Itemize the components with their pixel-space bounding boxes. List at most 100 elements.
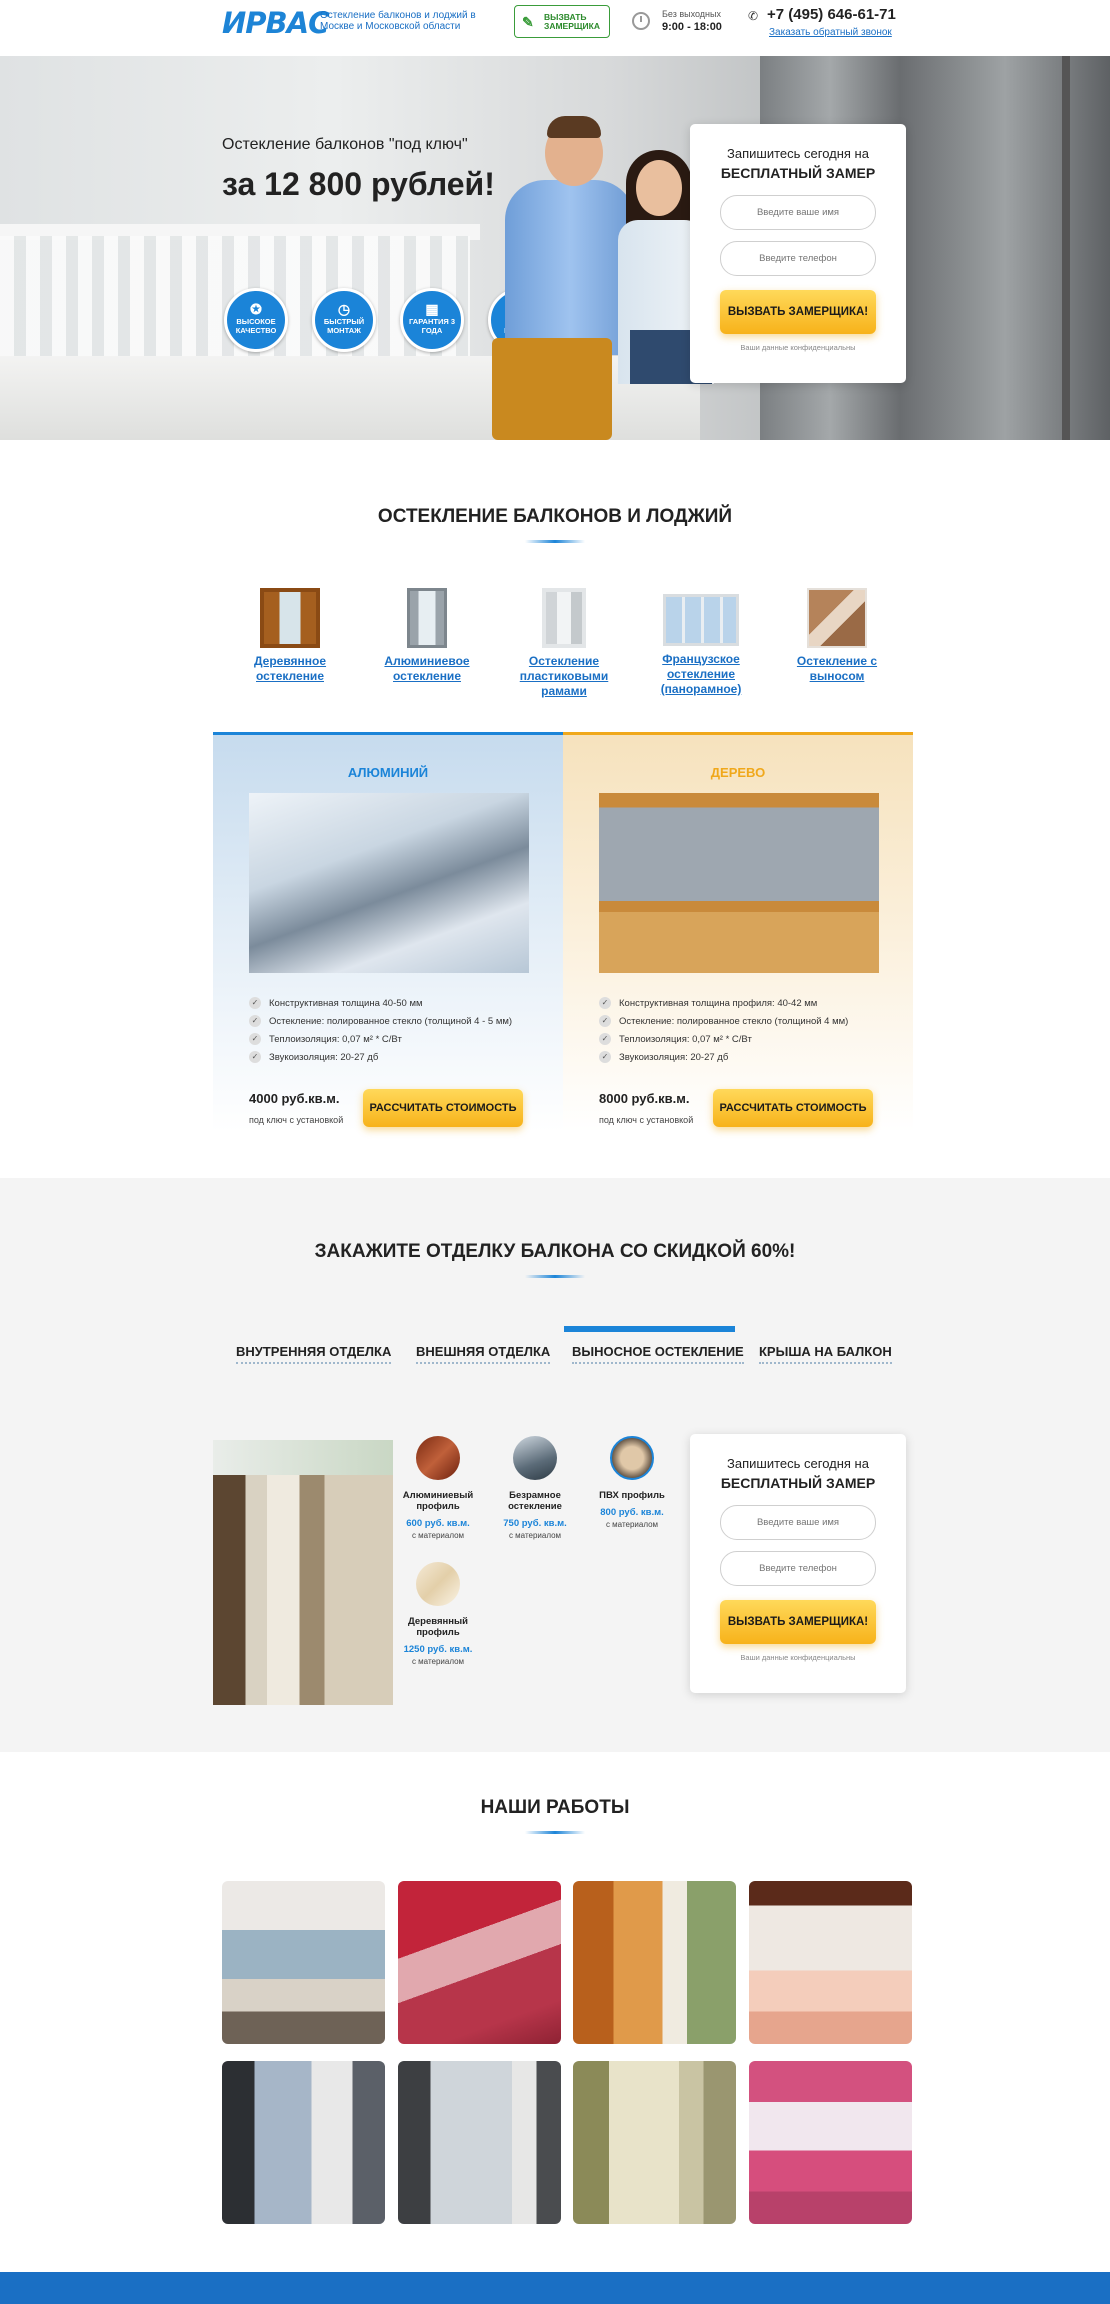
hero-title: за 12 800 рублей! (222, 166, 495, 202)
feature-row: ✓ Остекление: полированное стекло (толщин… (599, 1015, 899, 1027)
product-name: ПВХ профиль (599, 1490, 665, 1501)
badge-warranty: ▦ ГАРАНТИЯ 3 ГОДА (400, 288, 464, 352)
aluminum-photo (249, 793, 529, 973)
type-french[interactable]: Французское остекление (панорамное) (641, 588, 761, 697)
man-figure (505, 180, 635, 355)
type-wood[interactable]: Деревянное остекление (230, 588, 350, 684)
feature-row: ✓ Конструктивная толщина 40-50 мм (249, 997, 549, 1009)
footer-bar (0, 2272, 1110, 2304)
title-underline (525, 1831, 585, 1834)
wood-photo (599, 793, 879, 973)
type-wood-link[interactable]: Деревянное остекление (230, 654, 350, 684)
feature-text: Остекление: полированное стекло (толщино… (269, 1015, 513, 1027)
product-note: с материалом (508, 1531, 562, 1540)
active-tab-indicator (564, 1326, 735, 1332)
product-aluminum: Алюминиевый профиль 600 руб. кв.м. с мат… (393, 1436, 483, 1540)
feature-row: ✓ Теплоизоляция: 0,07 м² * С/Вт (249, 1033, 549, 1045)
wood-card: ДЕРЕВО ✓ Конструктивная толщина профиля: … (563, 732, 913, 1132)
check-icon: ✓ (249, 997, 261, 1009)
wood-profile-thumb (416, 1562, 460, 1606)
aluminum-profile-thumb (416, 1436, 460, 1480)
calc-aluminum-button[interactable]: РАССЧИТАТЬ СТОИМОСТЬ (363, 1089, 523, 1127)
door-frame (1062, 56, 1070, 440)
french-window-icon (663, 594, 739, 646)
wood-price: 8000 руб.кв.м. (599, 1091, 690, 1106)
woman-head (636, 160, 682, 216)
feature-row: ✓ Звукоизоляция: 20-27 дб (249, 1051, 549, 1063)
calendar-icon: ▦ (425, 301, 439, 317)
wood-title: ДЕРЕВО (710, 765, 766, 780)
title-underline (525, 1275, 585, 1278)
product-name: Алюминиевый профиль (402, 1490, 474, 1512)
phone-number[interactable]: +7 (495) 646-61-71 (767, 6, 896, 23)
badge-fast-install: ◷ БЫСТРЫЙ МОНТАЖ (312, 288, 376, 352)
call-measurer-button[interactable]: ✎ ВЫЗВАТЬ ЗАМЕРЩИКА (514, 5, 610, 38)
work-photo[interactable] (573, 1881, 736, 2044)
work-photo[interactable] (749, 2061, 912, 2224)
work-photo[interactable] (222, 2061, 385, 2224)
privacy-note: Ваши данные конфиденциальны (740, 343, 856, 352)
tab-exterior[interactable]: ВНЕШНЯЯ ОТДЕЛКА (416, 1344, 551, 1364)
man-pants (492, 338, 612, 440)
call-measurer-label: ВЫЗВАТЬ ЗАМЕРЩИКА (544, 11, 600, 31)
feature-row: ✓ Остекление: полированное стекло (толщин… (249, 1015, 549, 1027)
product-wood: Деревянный профиль 1250 руб. кв.м. с мат… (393, 1562, 483, 1666)
phone-input[interactable] (720, 241, 876, 276)
photo-window-area (213, 1440, 393, 1475)
aluminum-price: 4000 руб.кв.м. (249, 1091, 340, 1106)
product-price: 1250 руб. кв.м. (403, 1644, 473, 1655)
form-title: Запишитесь сегодня на (727, 146, 869, 161)
work-photo[interactable] (398, 1881, 561, 2044)
type-aluminum[interactable]: Алюминиевое остекление (367, 588, 487, 684)
work-photo[interactable] (398, 2061, 561, 2224)
callback-link[interactable]: Заказать обратный звонок (769, 27, 892, 38)
pvc-profile-thumb (610, 1436, 654, 1480)
type-plastic-link[interactable]: Остекление пластиковыми рамами (504, 654, 624, 699)
calc-wood-button[interactable]: РАССЧИТАТЬ СТОИМОСТЬ (713, 1089, 873, 1127)
works-title: НАШИ РАБОТЫ (480, 1797, 630, 1818)
check-icon: ✓ (249, 1015, 261, 1027)
type-extended[interactable]: Остекление с выносом (777, 588, 897, 684)
work-photo[interactable] (222, 1881, 385, 2044)
name-input[interactable] (720, 195, 876, 230)
check-icon: ✓ (599, 997, 611, 1009)
phone-input[interactable] (720, 1551, 876, 1586)
logo[interactable]: ИРВАС (222, 6, 329, 40)
product-price: 600 руб. кв.м. (406, 1518, 470, 1529)
privacy-note: Ваши данные конфиденциальны (740, 1653, 856, 1662)
extended-balcony-icon (807, 588, 867, 648)
submit-measure-button[interactable]: ВЫЗВАТЬ ЗАМЕРЩИКА! (720, 1600, 876, 1644)
product-note: с материалом (411, 1657, 465, 1666)
check-icon: ✓ (599, 1051, 611, 1063)
finishing-title: ЗАКАЖИТЕ ОТДЕЛКУ БАЛКОНА СО СКИДКОЙ 60%! (314, 1241, 796, 1262)
tab-roof[interactable]: КРЫША НА БАЛКОН (759, 1344, 892, 1364)
product-price: 750 руб. кв.м. (503, 1518, 567, 1529)
type-extended-link[interactable]: Остекление с выносом (777, 654, 897, 684)
work-photo[interactable] (573, 2061, 736, 2224)
tagline: Остекление балконов и лоджий в Москве и … (320, 10, 476, 32)
feature-text: Конструктивная толщина профиля: 40-42 мм (619, 997, 818, 1009)
feature-row: ✓ Звукоизоляция: 20-27 дб (599, 1051, 899, 1063)
name-input[interactable] (720, 1505, 876, 1540)
price-note: под ключ с установкой (249, 1115, 344, 1125)
feature-row: ✓ Конструктивная толщина профиля: 40-42 м… (599, 997, 899, 1009)
tab-interior[interactable]: ВНУТРЕННЯЯ ОТДЕЛКА (236, 1344, 392, 1364)
tab-extended-glazing[interactable]: ВЫНОСНОЕ ОСТЕКЛЕНИЕ (572, 1344, 744, 1364)
product-frameless: Безрамное остекление 750 руб. кв.м. с ма… (490, 1436, 580, 1540)
check-icon: ✓ (599, 1015, 611, 1027)
work-photo[interactable] (749, 1881, 912, 2044)
type-french-link[interactable]: Французское остекление (панорамное) (641, 652, 761, 697)
type-aluminum-link[interactable]: Алюминиевое остекление (367, 654, 487, 684)
price-note: под ключ с установкой (599, 1115, 694, 1125)
product-note: с материалом (605, 1520, 659, 1529)
form-title: Запишитесь сегодня на (727, 1456, 869, 1471)
feature-text: Конструктивная толщина 40-50 мм (269, 997, 423, 1009)
measure-form: Запишитесь сегодня на БЕСПЛАТНЫЙ ЗАМЕР В… (690, 124, 906, 383)
extended-balcony-photo (213, 1440, 393, 1705)
submit-measure-button[interactable]: ВЫЗВАТЬ ЗАМЕРЩИКА! (720, 290, 876, 334)
frameless-glazing-thumb (513, 1436, 557, 1480)
aluminum-window-icon (407, 588, 447, 648)
badge-quality: ✪ ВЫСОКОЕ КАЧЕСТВО (224, 288, 288, 352)
type-plastic[interactable]: Остекление пластиковыми рамами (504, 588, 624, 699)
glazing-section-title: ОСТЕКЛЕНИЕ БАЛКОНОВ И ЛОДЖИЙ (377, 506, 733, 527)
